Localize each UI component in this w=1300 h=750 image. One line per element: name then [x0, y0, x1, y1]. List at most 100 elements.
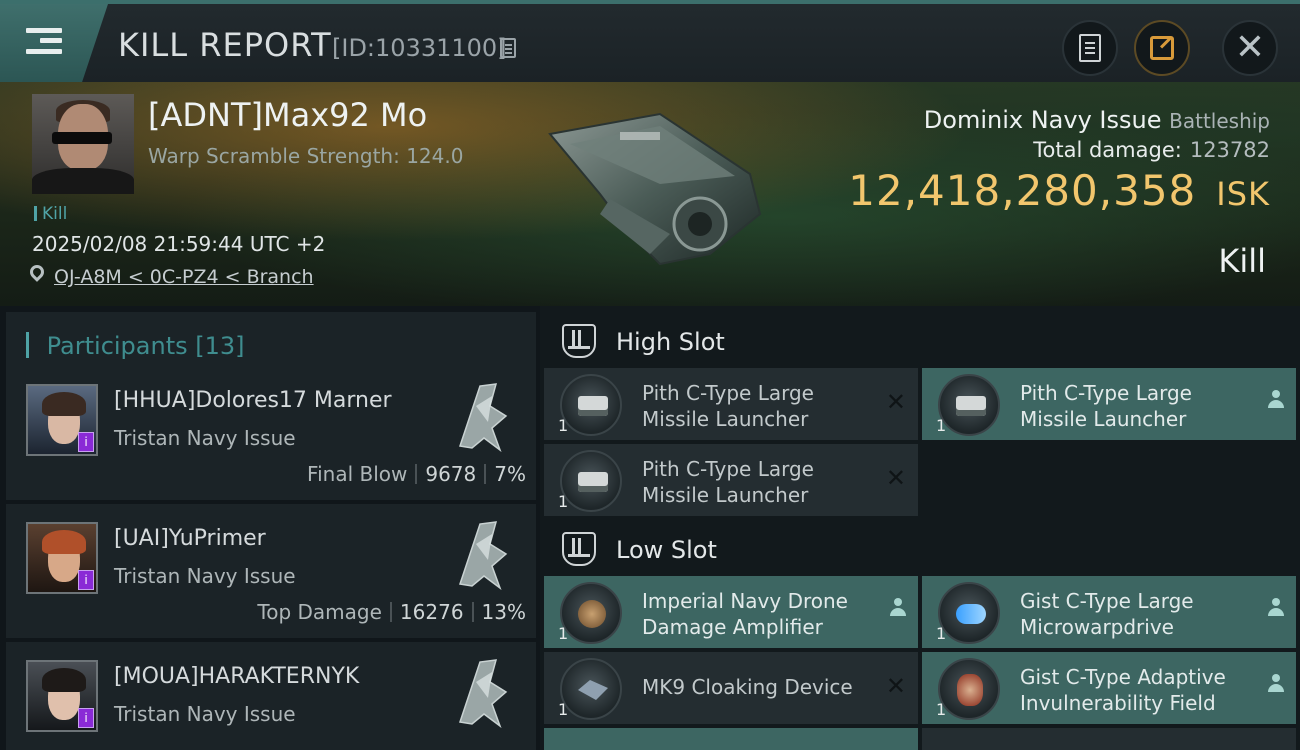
participant-ship: Tristan Navy Issue [114, 426, 296, 450]
module-card[interactable]: 1 Pith C-Type Large Missile Launcher [922, 368, 1296, 440]
participants-panel: Participants [13] i [HHUA]Dolores17 Marn… [0, 306, 540, 750]
missile-launcher-icon [560, 450, 622, 512]
share-button[interactable] [1134, 20, 1190, 76]
rank-badge-icon: i [78, 708, 94, 728]
dropped-person-icon [1268, 598, 1284, 623]
module-card[interactable]: 1 Gist C-Type Large Microwarpdrive [922, 576, 1296, 648]
rank-badge-icon: i [78, 432, 94, 452]
high-slot-title: High Slot [616, 328, 725, 356]
participant-damage: 9678 [425, 462, 477, 486]
participant-damage: 16276 [399, 600, 464, 624]
module-name: Pith C-Type Large Missile Launcher [642, 457, 814, 507]
participant-avatar[interactable]: i [26, 384, 98, 456]
participant-stats: Final Blow 9678 7% [307, 462, 526, 486]
high-slot-icon [562, 324, 596, 358]
module-card[interactable]: 1 Pith C-Type Large Missile Launcher ✕ [544, 444, 918, 516]
total-damage-label: Total damage: [1033, 138, 1182, 162]
total-damage-value: 123782 [1189, 138, 1270, 162]
victim-ship-image[interactable] [540, 104, 770, 274]
dropped-person-icon [1268, 390, 1284, 415]
missile-launcher-icon [560, 374, 622, 436]
module-card[interactable]: 1 MK9 Cloaking Device ✕ [544, 652, 918, 724]
participant-role: Final Blow [307, 462, 408, 486]
destroyed-icon: ✕ [885, 464, 906, 492]
close-button[interactable]: ✕ [1222, 20, 1278, 76]
rank-badge-icon: i [78, 570, 94, 590]
module-name: MK9 Cloaking Device [642, 675, 853, 699]
microwarpdrive-icon [938, 582, 1000, 644]
module-quantity: 1 [558, 416, 569, 435]
module-name: Gist C-Type Large Microwarpdrive [1020, 589, 1194, 639]
participant-avatar[interactable]: i [26, 660, 98, 732]
victim-name[interactable]: [ADNT]Max92 Mo [148, 96, 427, 134]
victim-ship-name[interactable]: Dominix Navy Issue Battleship [924, 106, 1270, 134]
stats-divider [415, 464, 418, 484]
notes-button[interactable] [1062, 20, 1118, 76]
participant-name[interactable]: [UAI]YuPrimer [114, 526, 266, 551]
module-quantity: 1 [936, 416, 947, 435]
participant-row[interactable]: i [UAI]YuPrimer Tristan Navy Issue Top D… [6, 504, 536, 638]
kill-result-label: Kill [1218, 242, 1266, 280]
module-quantity: 1 [558, 624, 569, 643]
kill-timestamp: 2025/02/08 21:59:44 UTC +2 [32, 232, 326, 256]
frigate-ship-icon [459, 521, 508, 591]
menu-icon [26, 28, 62, 33]
isk-unit: ISK [1216, 175, 1270, 213]
low-slot-header: Low Slot [544, 518, 1296, 578]
destroyed-icon: ✕ [885, 672, 906, 700]
stats-divider [484, 464, 487, 484]
participant-ship: Tristan Navy Issue [114, 702, 296, 726]
module-card[interactable] [922, 728, 1296, 750]
participants-header: Participants [13] [6, 312, 536, 370]
module-card[interactable]: 1 Gist C-Type Adaptive Invulnerability F… [922, 652, 1296, 724]
portrait-sunglasses [52, 132, 112, 144]
page-title: KILL REPORT [118, 26, 332, 64]
module-name: Imperial Navy Drone Damage Amplifier [642, 589, 848, 639]
frigate-ship-icon [459, 383, 508, 453]
participant-percent: 13% [481, 600, 526, 624]
module-card[interactable]: 1 Imperial Navy Drone Damage Amplifier [544, 576, 918, 648]
location-pin-icon [27, 262, 47, 282]
share-icon [1150, 36, 1174, 60]
module-name: Pith C-Type Large Missile Launcher [642, 381, 814, 431]
dropped-person-icon [1268, 674, 1284, 699]
avatar-hair [42, 530, 86, 554]
module-name: Pith C-Type Large Missile Launcher [1020, 381, 1192, 431]
fitting-panel: High Slot 1 Pith C-Type Large Missile La… [540, 306, 1300, 750]
participant-percent: 7% [494, 462, 526, 486]
copy-icon[interactable] [500, 38, 516, 58]
victim-banner: [ADNT]Max92 Mo Warp Scramble Strength: 1… [0, 82, 1300, 306]
participant-role: Top Damage [257, 600, 382, 624]
kill-location-link[interactable]: OJ-A8M < 0C-PZ4 < Branch [54, 266, 314, 288]
participants-title-text: Participants [46, 332, 188, 360]
dropped-person-icon [890, 598, 906, 623]
victim-portrait[interactable] [32, 94, 134, 194]
participant-name[interactable]: [HHUA]Dolores17 Marner [114, 388, 392, 413]
ship-name-text: Dominix Navy Issue [923, 106, 1162, 134]
menu-icon-bar [26, 49, 62, 54]
frigate-ship-icon [459, 659, 508, 729]
participant-row[interactable]: i [MOUA]HARAKTERNYK Tristan Navy Issue [6, 642, 536, 750]
participant-stats: Top Damage 16276 13% [257, 600, 526, 624]
close-icon: ✕ [1234, 27, 1266, 68]
warp-scramble-strength: Warp Scramble Strength: 124.0 [148, 144, 464, 168]
drone-amplifier-icon [560, 582, 622, 644]
total-damage: Total damage: 123782 [1033, 138, 1270, 162]
menu-button[interactable] [0, 4, 108, 82]
destroyed-icon: ✕ [885, 388, 906, 416]
notes-icon [1079, 34, 1101, 62]
low-slot-title: Low Slot [616, 536, 717, 564]
participant-avatar[interactable]: i [26, 522, 98, 594]
portrait-body [32, 168, 134, 194]
invulnerability-field-icon [938, 658, 1000, 720]
avatar-hair [42, 668, 86, 692]
module-card[interactable] [544, 728, 918, 750]
module-quantity: 1 [558, 700, 569, 719]
avatar-hair [42, 392, 86, 416]
participant-ship: Tristan Navy Issue [114, 564, 296, 588]
participant-row[interactable]: i [HHUA]Dolores17 Marner Tristan Navy Is… [6, 366, 536, 500]
module-quantity: 1 [558, 492, 569, 511]
participant-name[interactable]: [MOUA]HARAKTERNYK [114, 664, 359, 689]
module-card[interactable]: 1 Pith C-Type Large Missile Launcher ✕ [544, 368, 918, 440]
ship-class: Battleship [1169, 109, 1270, 133]
